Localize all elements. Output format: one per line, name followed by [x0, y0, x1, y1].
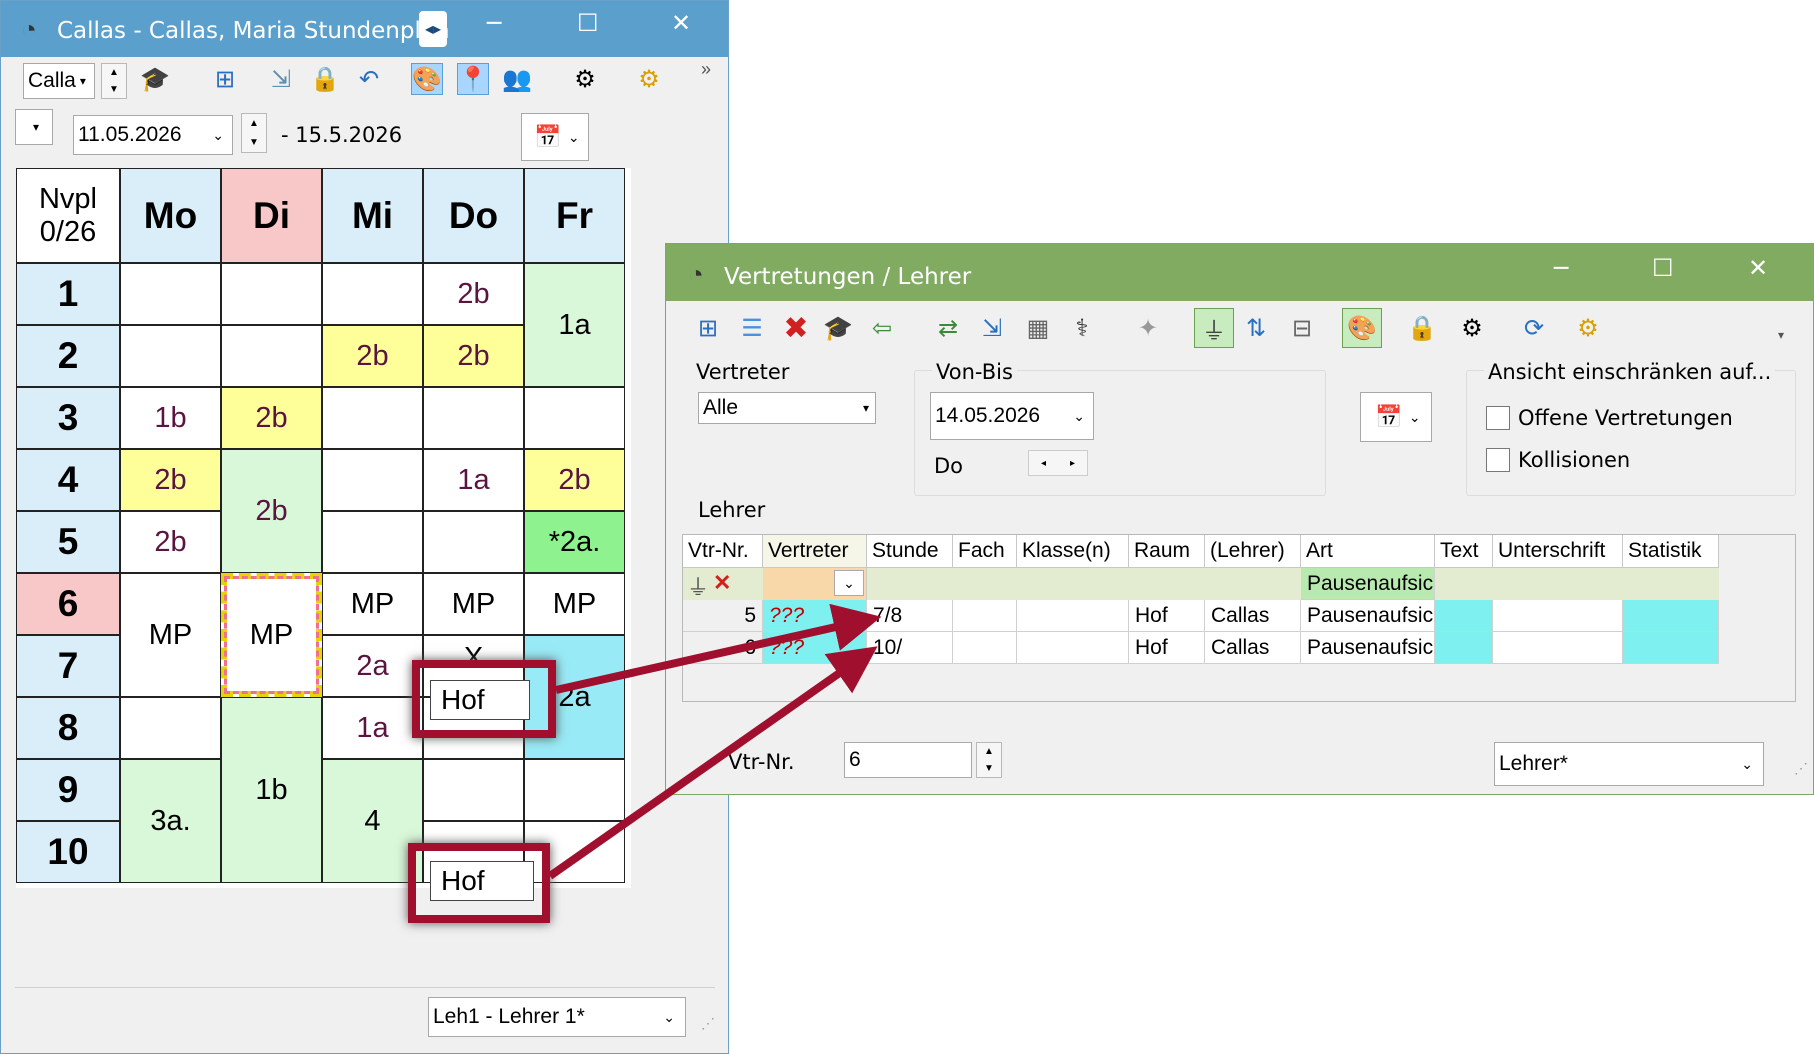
arrow-top: [555, 603, 882, 694]
arrow-bottom: [547, 646, 878, 880]
annotation-arrows: [547, 603, 882, 880]
